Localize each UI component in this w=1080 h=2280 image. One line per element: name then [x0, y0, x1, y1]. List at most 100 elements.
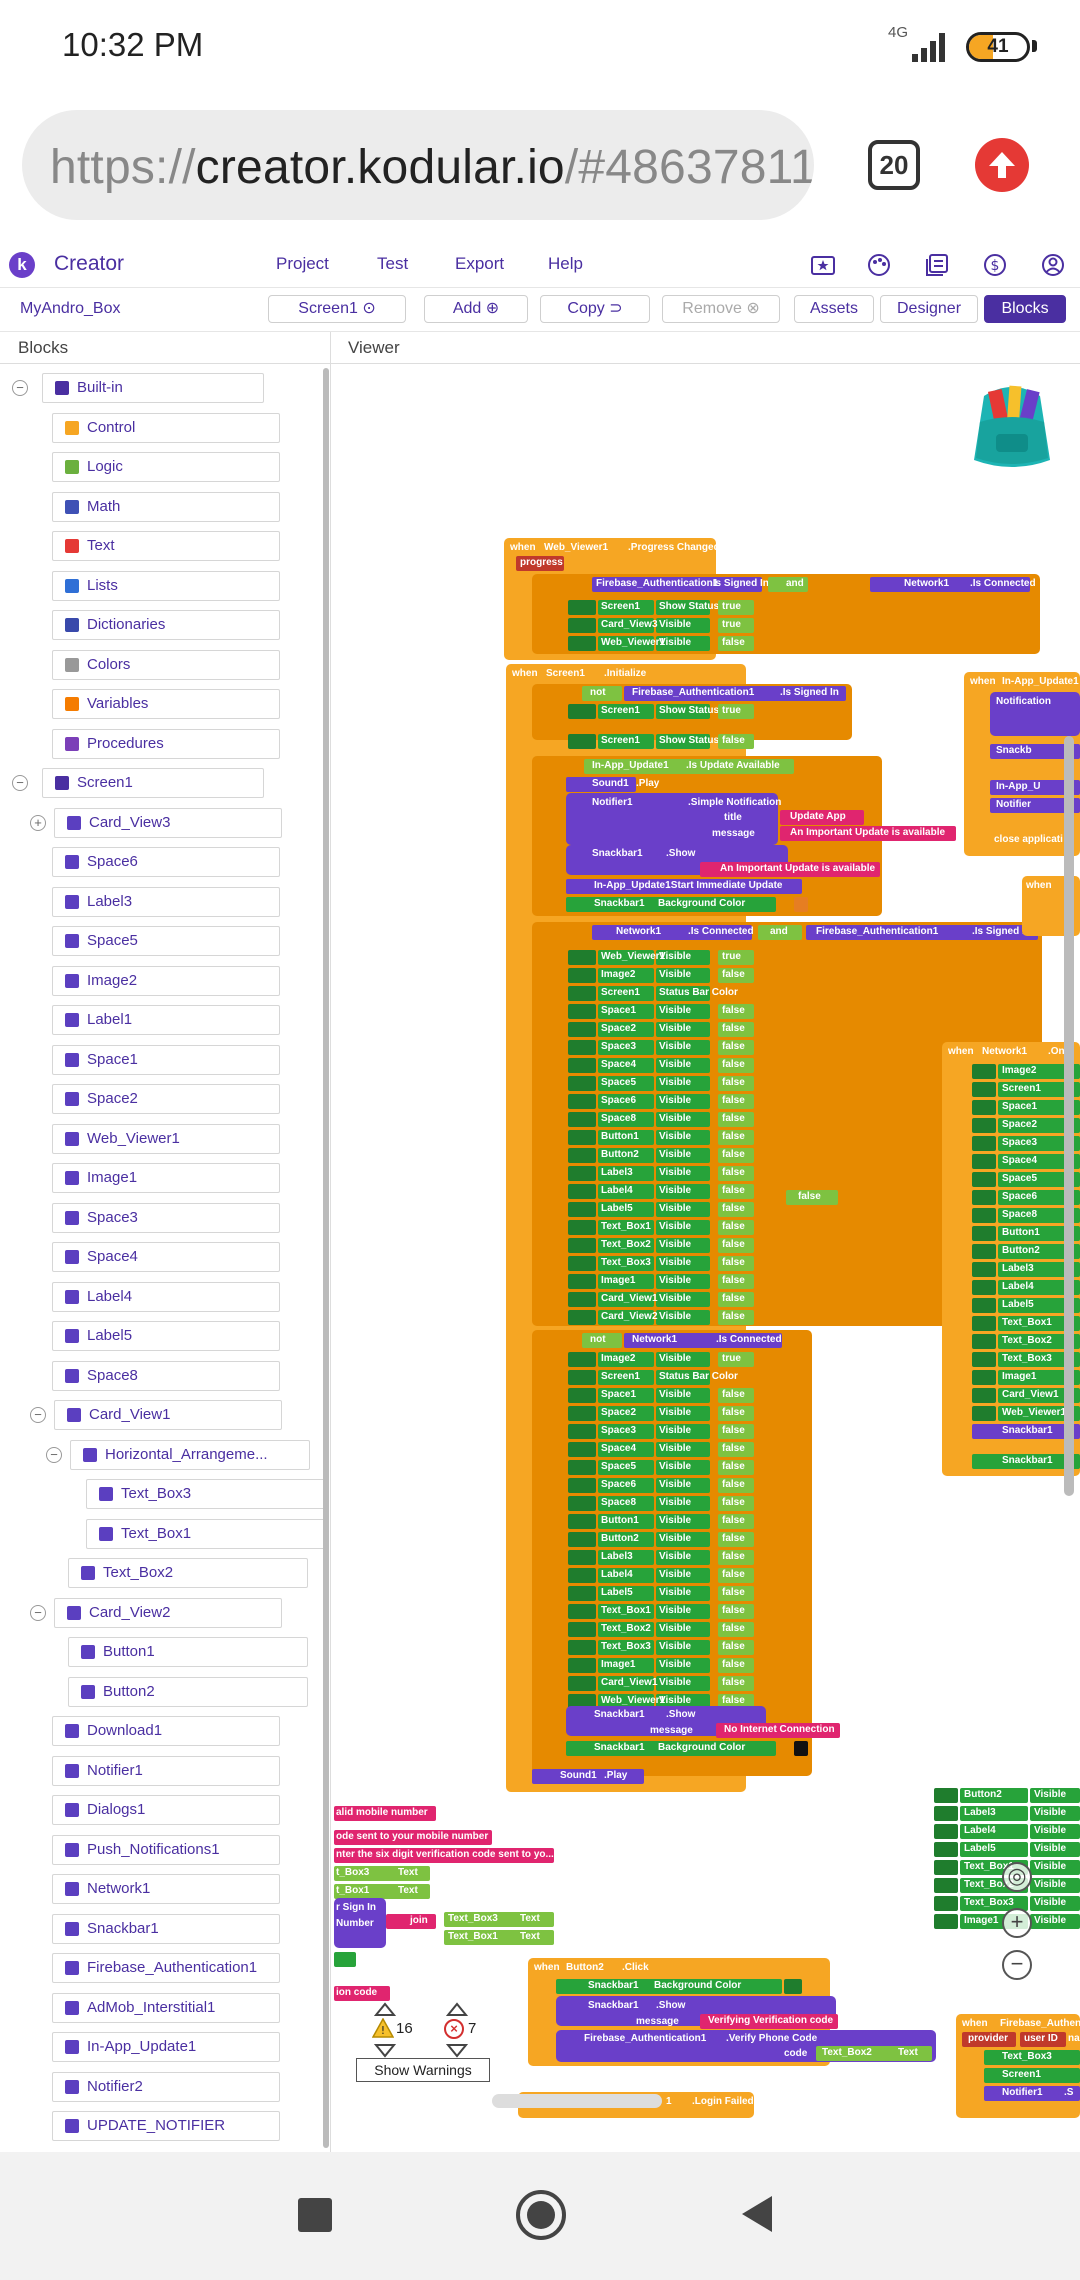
tree-item-firebase-authentication1[interactable]: Firebase_Authentication1 [52, 1953, 280, 1983]
tree-item-push-notifications1[interactable]: Push_Notifications1 [52, 1834, 280, 1865]
tree-item-space2[interactable]: Space2 [52, 1084, 280, 1114]
tree-item-button2[interactable]: Button2 [68, 1676, 308, 1707]
call-component-name: In-App_Update1 [592, 760, 669, 771]
url-bar[interactable]: https://creator.kodular.io/#48637811 [22, 110, 814, 220]
arrow-up-outline-icon[interactable] [446, 2002, 468, 2016]
expand-toggle[interactable]: + [30, 814, 46, 831]
panel-divider[interactable] [330, 332, 331, 2152]
tree-item-label4[interactable]: Label4 [52, 1281, 280, 1312]
tree-item-text-box3[interactable]: Text_Box3 [86, 1479, 326, 1509]
add-screen-button[interactable]: Add ⊕ [424, 295, 528, 323]
tree-item-built-in[interactable]: Built-in [42, 373, 264, 403]
tree-item-builtin-control[interactable]: Control [52, 412, 280, 443]
tree-item-card-view2[interactable]: Card_View2 [54, 1597, 282, 1628]
tree-item-horizontal-arrangeme[interactable]: Horizontal_Arrangeme... [70, 1439, 310, 1470]
tree-item-builtin-variables[interactable]: Variables [52, 689, 280, 719]
recenter-button[interactable]: ◎ [1002, 1862, 1032, 1892]
tab-switcher-button[interactable]: 20 [868, 140, 920, 190]
workspace-horizontal-scrollbar[interactable] [492, 2094, 662, 2108]
update-button[interactable] [975, 138, 1029, 192]
tree-item-card-view1[interactable]: Card_View1 [54, 1400, 282, 1430]
tree-item-builtin-math[interactable]: Math [52, 491, 280, 522]
blocks-workspace[interactable]: when Web_Viewer1 .Progress Changed progress… [332, 364, 1080, 2152]
set-component-name: Web_Viewer1 [1002, 1407, 1067, 1418]
error-count: 7 [468, 2020, 477, 2037]
menu-help[interactable]: Help [548, 254, 583, 274]
show-warnings-button[interactable]: Show Warnings [356, 2058, 490, 2082]
remove-screen-button[interactable]: Remove ⊗ [662, 295, 780, 323]
tree-item-builtin-text[interactable]: Text [52, 531, 280, 561]
color-swatch[interactable] [784, 1979, 802, 1994]
menu-project[interactable]: Project [276, 254, 329, 274]
tree-item-space5[interactable]: Space5 [52, 926, 280, 956]
arrow-down-outline-icon[interactable] [374, 2044, 396, 2058]
tree-item-builtin-dictionaries[interactable]: Dictionaries [52, 610, 280, 640]
tree-item-image1[interactable]: Image1 [52, 1163, 280, 1193]
tree-item-image2[interactable]: Image2 [52, 965, 280, 996]
menu-test[interactable]: Test [377, 254, 408, 274]
tree-item-builtin-colors[interactable]: Colors [52, 649, 280, 680]
panel-headers [0, 332, 1080, 364]
designer-button[interactable]: Designer [880, 295, 978, 323]
tree-item-card-view3[interactable]: Card_View3 [54, 807, 282, 838]
tree-item-in-app-update1[interactable]: In-App_Update1 [52, 2032, 280, 2062]
tree-item-label1[interactable]: Label1 [52, 1005, 280, 1035]
workspace-vertical-scrollbar[interactable] [1064, 736, 1074, 1496]
event-firebase-authenticated[interactable] [956, 2014, 1080, 2118]
collapse-toggle[interactable]: − [46, 1446, 62, 1463]
menu-export[interactable]: Export [455, 254, 504, 274]
copy-screen-button[interactable]: Copy ⊃ [540, 295, 650, 323]
arrow-down-outline-icon[interactable] [446, 2044, 468, 2058]
color-swatch[interactable] [334, 1952, 356, 1967]
arrow-up-outline-icon[interactable] [374, 2002, 396, 2016]
collapse-toggle[interactable]: − [30, 1604, 46, 1621]
account-icon[interactable] [1040, 252, 1066, 278]
url-text[interactable]: https://creator.kodular.io/#48637811 [50, 140, 814, 195]
folder-star-icon[interactable] [810, 252, 836, 278]
tree-item-space6[interactable]: Space6 [52, 847, 280, 877]
tree-item-dialogs1[interactable]: Dialogs1 [52, 1795, 280, 1825]
collapse-toggle[interactable]: − [12, 775, 28, 791]
tree-item-space1[interactable]: Space1 [52, 1044, 280, 1075]
tree-item-text-box2[interactable]: Text_Box2 [68, 1558, 308, 1588]
collapse-toggle[interactable]: − [30, 1407, 46, 1423]
tree-item-button1[interactable]: Button1 [68, 1637, 308, 1667]
library-icon[interactable] [924, 252, 950, 278]
tree-item-web-viewer1[interactable]: Web_Viewer1 [52, 1123, 280, 1154]
palette-icon[interactable] [866, 252, 892, 278]
event-name: .Click [622, 1962, 649, 1973]
tree-item-space4[interactable]: Space4 [52, 1242, 280, 1272]
dollar-icon[interactable]: $ [982, 252, 1008, 278]
tree-item-builtin-procedures[interactable]: Procedures [52, 728, 280, 759]
event-name: .Login Failed [692, 2096, 754, 2107]
zoom-out-button[interactable]: − [1002, 1950, 1032, 1980]
kodular-logo[interactable]: k [9, 252, 35, 278]
tree-item-admob-interstitial1[interactable]: AdMob_Interstitial1 [52, 1992, 280, 2023]
color-swatch[interactable] [794, 897, 808, 912]
tree-item-label3[interactable]: Label3 [52, 886, 280, 917]
color-swatch[interactable] [794, 1741, 808, 1756]
tree-item-builtin-logic[interactable]: Logic [52, 452, 280, 482]
blocks-tree-scrollbar[interactable] [323, 368, 329, 2148]
tree-item-label5[interactable]: Label5 [52, 1321, 280, 1351]
tree-item-notifier1[interactable]: Notifier1 [52, 1755, 280, 1786]
set-keyword [972, 1082, 996, 1097]
blocks-button[interactable]: Blocks [984, 295, 1066, 323]
tree-item-screen1[interactable]: Screen1 [42, 768, 264, 798]
screen-select[interactable]: Screen1 ⊙ [268, 295, 406, 323]
recents-button[interactable] [298, 2198, 332, 2232]
backpack-icon[interactable] [962, 382, 1062, 472]
zoom-in-button[interactable]: + [1002, 1908, 1032, 1938]
back-button[interactable] [742, 2196, 772, 2232]
tree-item-notifier2[interactable]: Notifier2 [52, 2071, 280, 2102]
assets-button[interactable]: Assets [794, 295, 874, 323]
tree-item-text-box1[interactable]: Text_Box1 [86, 1518, 326, 1549]
tree-item-builtin-lists[interactable]: Lists [52, 570, 280, 601]
tree-item-snackbar1[interactable]: Snackbar1 [52, 1913, 280, 1944]
tree-item-update-notifier[interactable]: UPDATE_NOTIFIER [52, 2111, 280, 2141]
tree-item-download1[interactable]: Download1 [52, 1716, 280, 1746]
collapse-toggle[interactable]: − [12, 380, 28, 396]
tree-item-network1[interactable]: Network1 [52, 1874, 280, 1904]
tree-item-space8[interactable]: Space8 [52, 1360, 280, 1391]
tree-item-space3[interactable]: Space3 [52, 1202, 280, 1233]
